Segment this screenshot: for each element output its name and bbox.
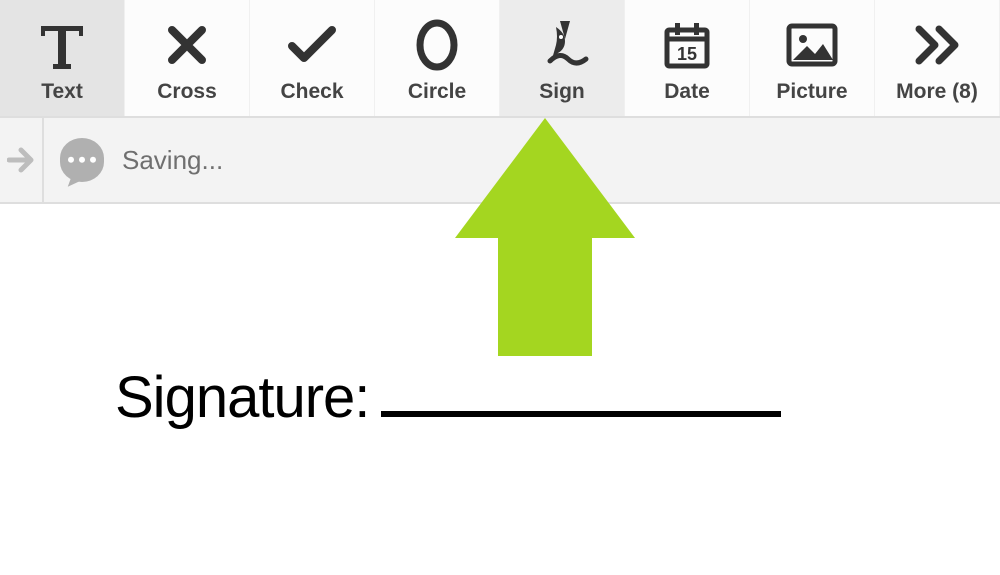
check-icon <box>282 16 342 74</box>
tool-sign[interactable]: Sign <box>500 0 625 116</box>
tool-label: Sign <box>539 80 585 104</box>
tool-check[interactable]: Check <box>250 0 375 116</box>
tool-circle[interactable]: Circle <box>375 0 500 116</box>
status-body: Saving... <box>44 138 223 182</box>
svg-text:15: 15 <box>677 44 697 64</box>
comment-icon[interactable] <box>60 138 104 182</box>
date-icon: 15 <box>657 16 717 74</box>
tool-label: Circle <box>408 80 466 104</box>
forward-arrow-button[interactable] <box>0 117 44 203</box>
tool-cross[interactable]: Cross <box>125 0 250 116</box>
signature-field[interactable]: Signature: <box>115 364 1000 431</box>
text-icon <box>32 16 92 74</box>
tool-label: Cross <box>157 80 217 104</box>
tool-text[interactable]: Text <box>0 0 125 116</box>
tool-label: Check <box>280 80 343 104</box>
tool-label: Text <box>41 80 83 104</box>
status-bar: Saving... <box>0 118 1000 204</box>
tool-label: Picture <box>776 80 847 104</box>
circle-icon <box>407 16 467 74</box>
toolbar: Text Cross Check Circle <box>0 0 1000 118</box>
signature-label: Signature: <box>115 364 369 431</box>
sign-icon <box>532 16 592 74</box>
tool-label: Date <box>664 80 710 104</box>
tool-date[interactable]: 15 Date <box>625 0 750 116</box>
tool-more[interactable]: More (8) <box>875 0 1000 116</box>
signature-line[interactable] <box>381 411 781 417</box>
tool-picture[interactable]: Picture <box>750 0 875 116</box>
status-text: Saving... <box>122 145 223 176</box>
tool-label: More (8) <box>896 80 978 104</box>
picture-icon <box>782 16 842 74</box>
more-icon <box>907 16 967 74</box>
cross-icon <box>157 16 217 74</box>
document-canvas[interactable]: Signature: <box>0 204 1000 431</box>
